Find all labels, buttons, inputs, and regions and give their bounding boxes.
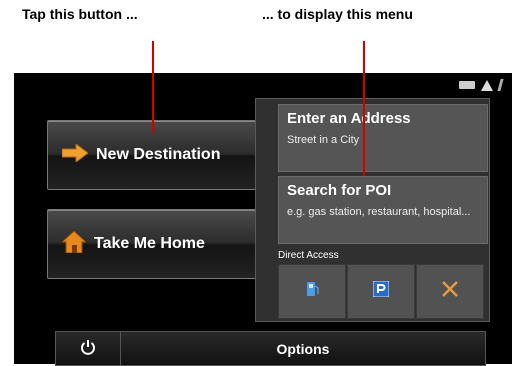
- direct-access-fuel-button[interactable]: [278, 264, 346, 319]
- restaurant-icon: [441, 280, 459, 303]
- device-screen: New Destination Take Me Home Enter an Ad…: [14, 73, 512, 366]
- take-me-home-button[interactable]: Take Me Home: [47, 209, 259, 279]
- annotation-line-right: [363, 41, 365, 176]
- enter-address-subtitle: Street in a City: [287, 134, 360, 146]
- status-bar: [459, 77, 512, 93]
- parking-icon: [372, 280, 390, 302]
- new-destination-label: New Destination: [96, 146, 221, 163]
- annotation-left: Tap this button ...: [22, 6, 138, 22]
- annotation-line-left: [152, 41, 154, 132]
- annotation-right: ... to display this menu: [262, 6, 413, 22]
- arrow-right-icon: [61, 142, 89, 167]
- enter-address-item[interactable]: Enter an Address Street in a City: [278, 104, 488, 172]
- take-me-home-label: Take Me Home: [94, 235, 205, 252]
- power-button[interactable]: [55, 331, 121, 366]
- search-poi-subtitle: e.g. gas station, restaurant, hospital..…: [287, 206, 471, 218]
- destination-menu: Enter an Address Street in a City Search…: [255, 98, 490, 322]
- power-icon: [80, 339, 96, 358]
- direct-access-parking-button[interactable]: [347, 264, 415, 319]
- options-label: Options: [276, 340, 330, 357]
- home-icon: [60, 229, 88, 258]
- search-poi-item[interactable]: Search for POI e.g. gas station, restaur…: [278, 176, 488, 244]
- search-poi-title: Search for POI: [287, 182, 392, 199]
- enter-address-title: Enter an Address: [287, 110, 411, 127]
- fuel-icon: [305, 281, 319, 302]
- direct-access-restaurant-button[interactable]: [416, 264, 484, 319]
- satellite-icon: [497, 79, 512, 91]
- warning-icon: [481, 79, 493, 91]
- direct-access-label: Direct Access: [278, 250, 339, 261]
- options-button[interactable]: Options: [120, 331, 486, 366]
- battery-icon: [459, 81, 475, 89]
